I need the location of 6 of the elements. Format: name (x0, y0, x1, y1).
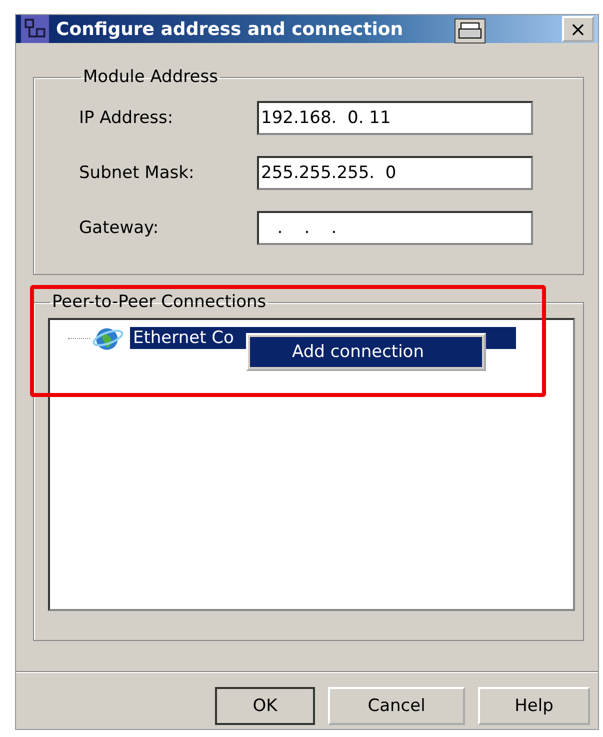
field-label: IP Address: (79, 108, 174, 128)
group-legend: Module Address (81, 67, 220, 87)
field-label: Gateway: (79, 218, 160, 238)
group-legend: Peer-to-Peer Connections (50, 292, 268, 312)
field-label: Subnet Mask: (79, 163, 196, 183)
window-title: Configure address and connection (56, 18, 404, 40)
